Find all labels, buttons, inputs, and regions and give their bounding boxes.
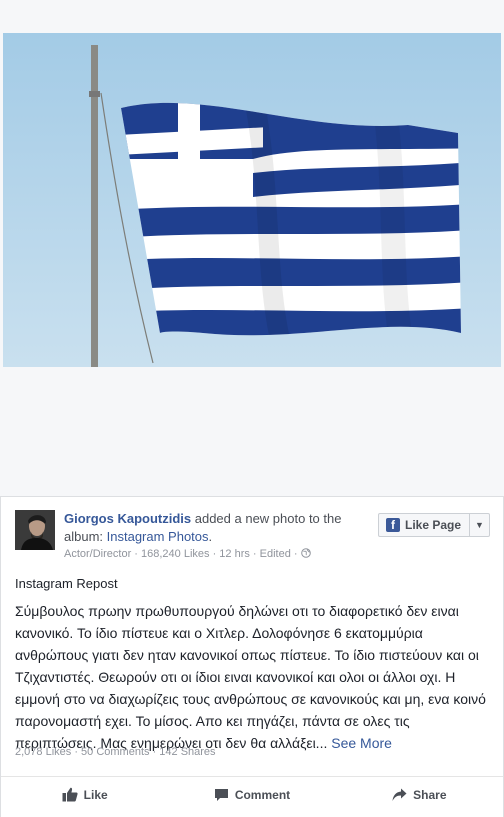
photo-viewer	[0, 0, 504, 497]
facebook-icon: f	[386, 518, 400, 532]
like-page-label: Like Page	[405, 518, 462, 532]
share-label: Share	[413, 787, 447, 802]
comment-button[interactable]: Comment	[168, 777, 335, 812]
thumbs-up-icon	[62, 787, 78, 802]
like-label: Like	[83, 787, 108, 802]
post-body-text: Σύμβουλος πρωην πρωθυπουργού δηλώνει οτι…	[15, 603, 486, 751]
see-more-link[interactable]: See More	[331, 735, 392, 751]
post-card: Giorgos Kapoutzidis added a new photo to…	[0, 497, 504, 817]
post-header: Giorgos Kapoutzidis added a new photo to…	[64, 510, 382, 546]
post-body: Σύμβουλος πρωην πρωθυπουργού δηλώνει οτι…	[15, 600, 491, 754]
author-link[interactable]: Giorgos Kapoutzidis	[64, 511, 191, 526]
greek-flag-photo[interactable]	[3, 33, 501, 367]
action-bar: Like Comment Share	[1, 776, 503, 812]
globe-icon[interactable]	[300, 548, 311, 558]
flag-image	[3, 33, 501, 367]
post-stats[interactable]: 2,078 Likes · 50 Comments · 142 Shares	[15, 746, 216, 758]
meta-text: Actor/Director · 168,240 Likes · 12 hrs …	[64, 548, 298, 560]
comment-icon	[214, 788, 228, 801]
album-suffix: .	[208, 529, 213, 544]
post-meta: Actor/Director · 168,240 Likes · 12 hrs …	[64, 548, 311, 560]
like-page-button[interactable]: f Like Page ▼	[378, 513, 490, 537]
share-button[interactable]: Share	[336, 777, 503, 812]
chevron-down-icon[interactable]: ▼	[469, 514, 489, 536]
like-button[interactable]: Like	[1, 777, 168, 812]
post-title: Instagram Repost	[15, 576, 118, 591]
avatar-image	[15, 510, 55, 550]
comment-label: Comment	[234, 787, 291, 802]
share-arrow-icon	[392, 788, 407, 801]
album-link[interactable]: Instagram Photos	[107, 529, 209, 544]
avatar[interactable]	[15, 510, 55, 550]
